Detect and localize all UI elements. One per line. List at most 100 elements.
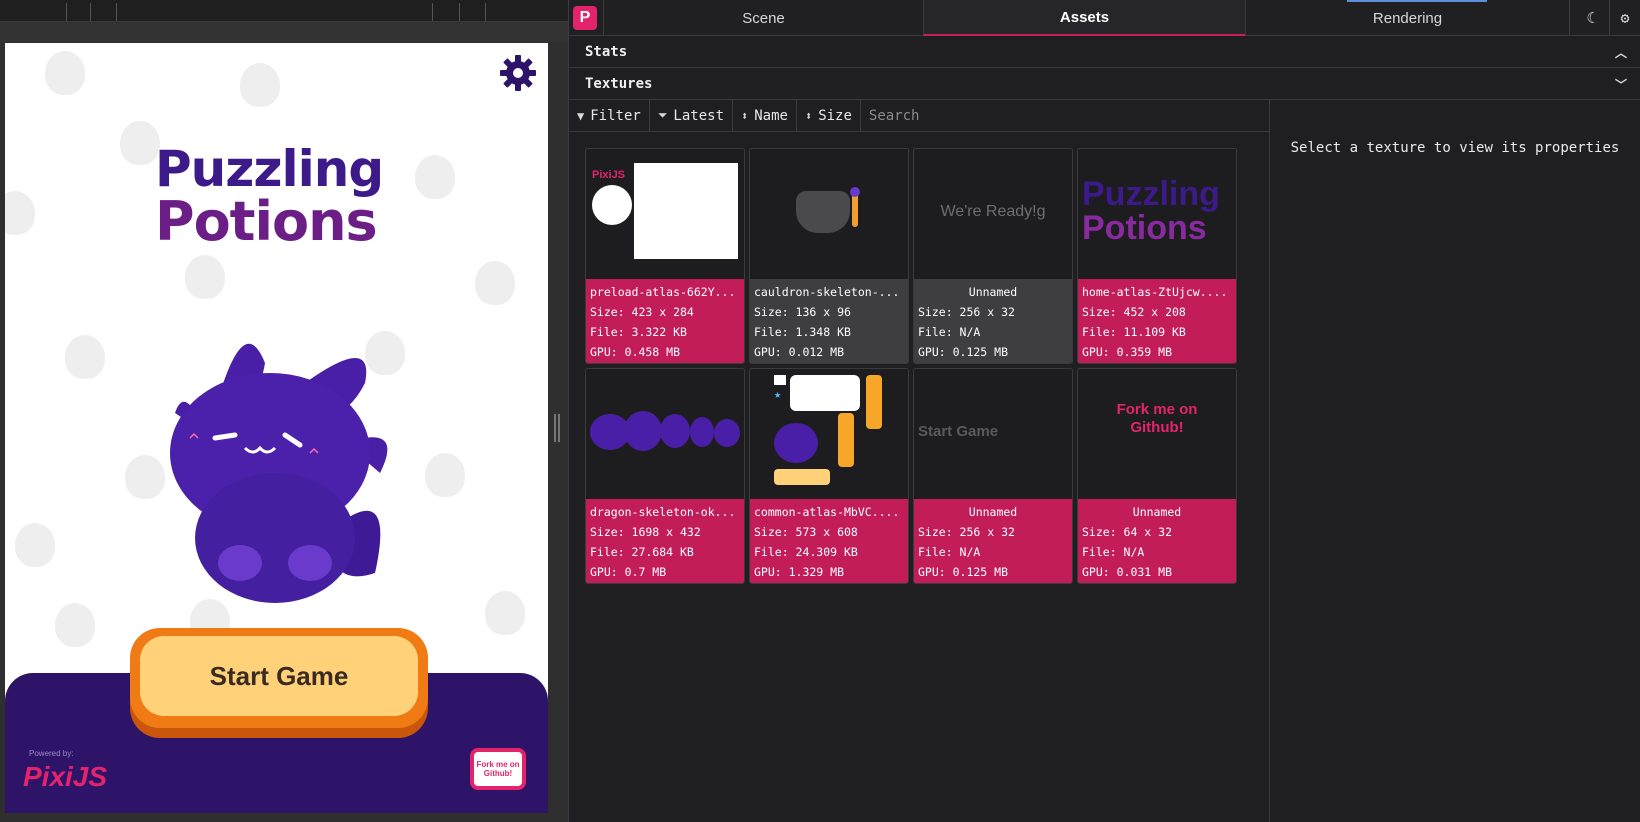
texture-gpu: GPU: 0.359 MB [1082, 345, 1173, 359]
section-textures-label: Textures [585, 75, 653, 92]
game-title-line2: Potions [155, 190, 378, 253]
section-textures[interactable]: Textures ﹀ [569, 68, 1640, 100]
texture-card[interactable]: Start Game Unnamed Size: 256 x 32 File: … [913, 368, 1073, 584]
thumb-dragon-mini [774, 423, 818, 463]
texture-thumbnail: ★ [750, 369, 908, 499]
texture-size: Size: 136 x 96 [754, 305, 851, 319]
sort-latest-button[interactable]: ⏷ Latest [650, 99, 733, 132]
preview-top-strip [0, 0, 568, 22]
texture-thumbnail: Start Game [914, 369, 1072, 499]
texture-name: common-atlas-MbVC.... [754, 505, 900, 519]
tabbar-divider [1569, 0, 1570, 36]
thumb-pixi-mini-logo: PixiJS [592, 169, 626, 181]
texture-card[interactable]: Puzzling Potions home-atlas-ZtUjcw.... S… [1077, 148, 1237, 364]
tab-scene[interactable]: Scene [603, 0, 923, 36]
bg-potion-icon [475, 261, 515, 305]
sort-name-label: Name [754, 107, 788, 124]
texture-card[interactable]: Fork me on Github! Unnamed Size: 64 x 32… [1077, 368, 1237, 584]
filter-button[interactable]: ▼ Filter [569, 99, 650, 132]
texture-size: Size: 423 x 284 [590, 305, 694, 319]
thumb-text: We're Ready!g [940, 203, 1046, 220]
pixi-devtools-logo: P [573, 6, 597, 30]
star-icon: ★ [774, 387, 782, 401]
thumb-dragon-part [660, 414, 690, 448]
gear-icon[interactable] [498, 53, 538, 93]
start-game-button[interactable]: Start Game [130, 628, 428, 728]
sort-icon: ⬍ [741, 108, 749, 123]
texture-card[interactable]: cauldron-skeleton-... Size: 136 x 96 Fil… [749, 148, 909, 364]
thumb-text: Fork me on Github! [1116, 401, 1198, 436]
texture-card[interactable]: ★ common-atlas-MbVC.... Size: 573 x 608 … [749, 368, 909, 584]
texture-file: File: 3.322 KB [590, 325, 687, 339]
sort-name-button[interactable]: ⬍ Name [733, 99, 797, 132]
moon-icon[interactable]: ☾ [1581, 8, 1601, 28]
preview-sub-strip [0, 22, 568, 42]
texture-thumbnail: We're Ready!g [914, 149, 1072, 279]
fork-me-badge[interactable]: Fork me on Github! [470, 748, 526, 790]
tab-rendering[interactable]: Rendering [1245, 0, 1569, 36]
thumb-text: Start Game [918, 423, 999, 440]
properties-divider [1269, 100, 1270, 822]
texture-size: Size: 1698 x 432 [590, 525, 701, 539]
bg-potion-icon [415, 155, 455, 199]
texture-thumbnail [750, 149, 908, 279]
strip-divider [116, 3, 117, 21]
texture-info: cauldron-skeleton-... Size: 136 x 96 Fil… [750, 279, 908, 363]
texture-info: home-atlas-ZtUjcw.... Size: 452 x 208 Fi… [1078, 279, 1236, 363]
texture-search-input[interactable] [860, 107, 1161, 124]
texture-gpu: GPU: 0.125 MB [918, 565, 1009, 579]
sort-size-label: Size [818, 107, 852, 124]
texture-gpu: GPU: 0.125 MB [918, 345, 1009, 359]
thumb-bar [774, 469, 830, 485]
chevron-down-icon: ﹀ [1615, 78, 1628, 92]
texture-card[interactable]: dragon-skeleton-ok... Size: 1698 x 432 F… [585, 368, 745, 584]
bg-potion-icon [240, 63, 280, 107]
bg-potion-icon [15, 523, 55, 567]
game-title: Puzzling Potions [155, 143, 395, 249]
texture-name: cauldron-skeleton-... [754, 285, 900, 299]
bg-potion-icon [485, 591, 525, 635]
thumb-panel [790, 375, 860, 411]
strip-divider [485, 3, 486, 21]
bg-potion-icon [65, 335, 105, 379]
texture-name: dragon-skeleton-ok... [590, 505, 736, 519]
devtools-tab-bar: P Scene Assets Rendering ☾ ⚙ [569, 0, 1640, 36]
caret-down-icon: ⏷ [657, 108, 668, 122]
powered-by-label: Powered by: [29, 749, 74, 758]
game-title-line1: Puzzling [155, 140, 384, 198]
texture-gpu: GPU: 0.031 MB [1082, 565, 1173, 579]
thumb-title-line1: Puzzling [1082, 175, 1220, 213]
chevron-up-icon: ︿ [1615, 46, 1628, 60]
pane-resize-handle[interactable] [554, 414, 560, 442]
texture-size: Size: 452 x 208 [1082, 305, 1186, 319]
bg-potion-icon [425, 453, 465, 497]
texture-thumbnail: PixiJS [586, 149, 744, 279]
start-game-label: Start Game [140, 636, 418, 716]
sort-icon: ⬍ [804, 108, 813, 123]
tab-rendering-indicator [1347, 0, 1487, 2]
texture-info: common-atlas-MbVC.... Size: 573 x 608 Fi… [750, 499, 908, 583]
thumb-circle [592, 185, 632, 225]
pixijs-logo[interactable]: PixiJS [23, 761, 107, 793]
texture-file: File: 11.109 KB [1082, 325, 1186, 339]
texture-name: preload-atlas-662Y... [590, 285, 736, 299]
texture-card[interactable]: PixiJS preload-atlas-662Y... Size: 423 x… [585, 148, 745, 364]
tab-assets[interactable]: Assets [923, 0, 1245, 36]
section-stats[interactable]: Stats ︿ [569, 36, 1640, 68]
sort-size-button[interactable]: ⬍ Size [797, 99, 861, 132]
strip-divider [90, 3, 91, 21]
properties-empty-message: Select a texture to view its properties [1290, 140, 1620, 156]
settings-gear-icon[interactable]: ⚙ [1615, 8, 1635, 28]
atlas-sheet [634, 163, 738, 259]
texture-size: Size: 573 x 608 [754, 525, 858, 539]
texture-card[interactable]: We're Ready!g Unnamed Size: 256 x 32 Fil… [913, 148, 1073, 364]
texture-info: dragon-skeleton-ok... Size: 1698 x 432 F… [586, 499, 744, 583]
textures-toolbar: ▼ Filter ⏷ Latest ⬍ Name ⬍ Size [569, 99, 1269, 132]
texture-name: Unnamed [968, 285, 1018, 299]
bg-potion-icon [120, 121, 160, 165]
bg-potion-icon [125, 455, 165, 499]
thumb-cauldron [796, 191, 850, 233]
game-canvas[interactable]: Puzzling Potions Start Game Powered by: … [5, 43, 548, 813]
thumb-square [774, 375, 786, 385]
texture-name: home-atlas-ZtUjcw.... [1082, 285, 1228, 299]
